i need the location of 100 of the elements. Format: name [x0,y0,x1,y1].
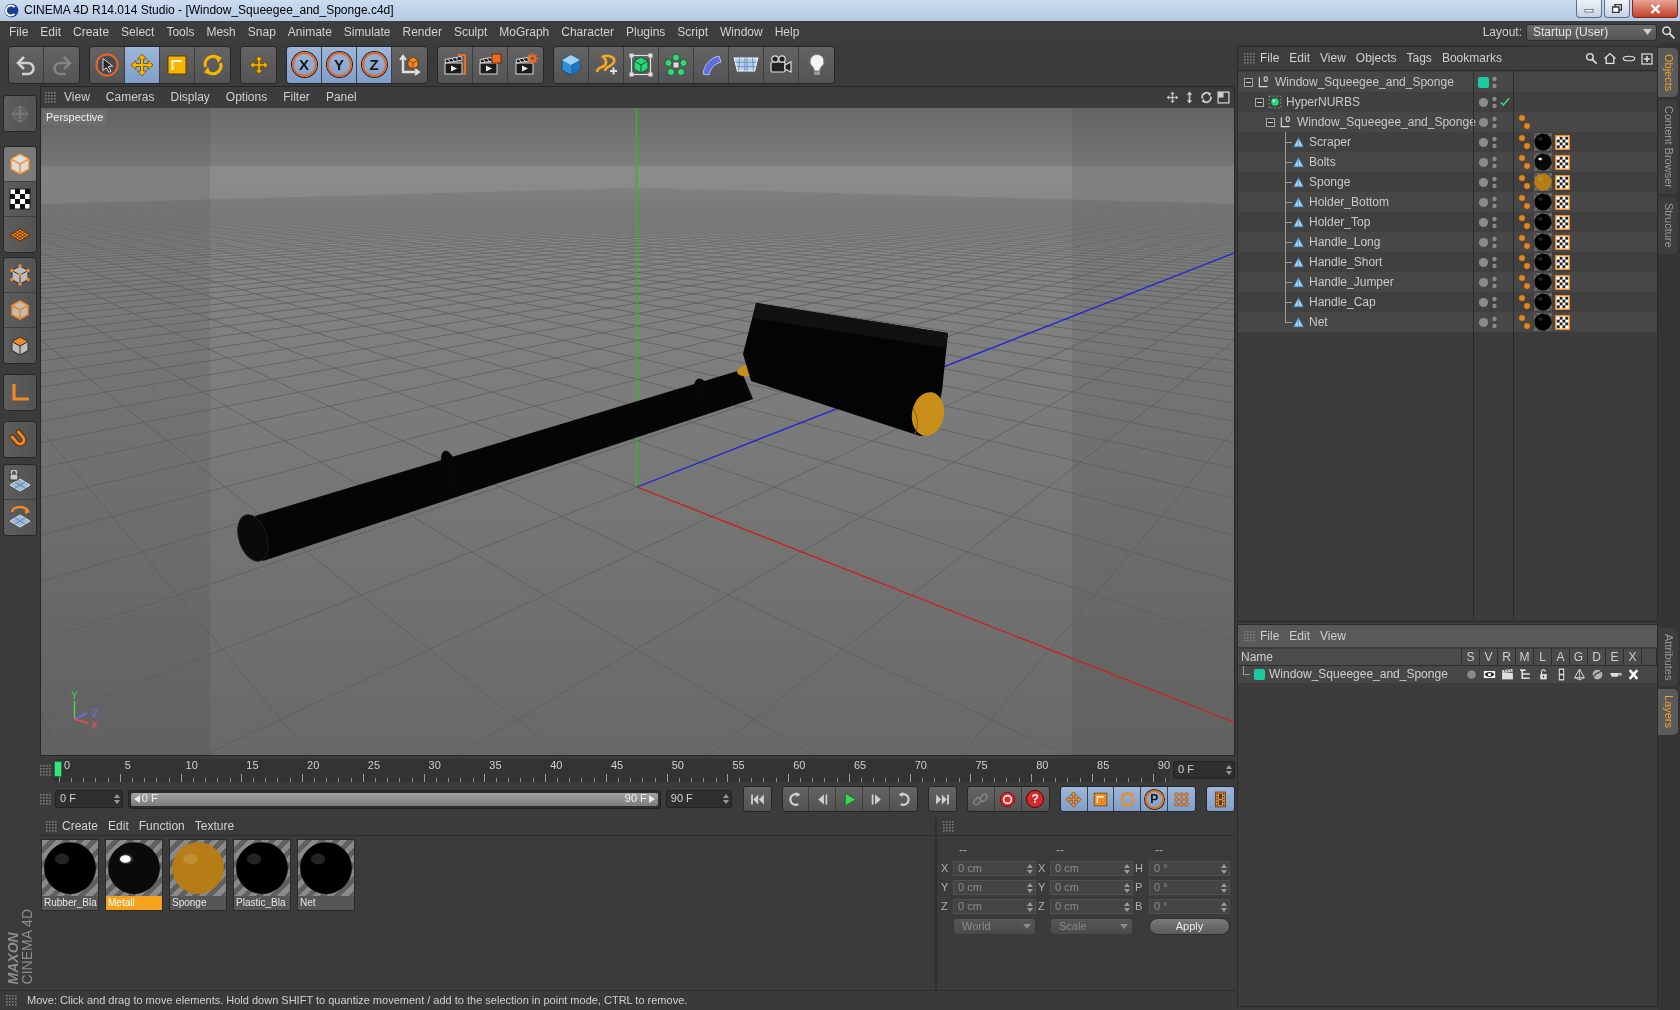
menu-item[interactable]: Snap [241,24,282,40]
objects-menu-item[interactable]: Edit [1284,51,1316,66]
viewport-menu-item[interactable]: Display [162,90,218,105]
menu-item[interactable]: Plugins [619,24,672,40]
material-tile[interactable]: Rubber_Bla [41,839,99,911]
end-frame-field[interactable]: 90 F [665,790,732,808]
layer-color-swatch[interactable] [1478,76,1489,88]
object-row[interactable]: Bolts [1238,152,1657,172]
column-header[interactable]: R [1498,649,1516,665]
cloner-button[interactable] [659,46,694,83]
timeline-ruler[interactable]: 0 5 10 15 20 25 30 35 40 45 50 55 60 65 70 75 80 85 90 [53,758,1169,782]
coordinate-system-button[interactable] [392,46,427,83]
objects-menu-item[interactable]: Bookmarks [1436,51,1507,66]
object-row[interactable]: Handle_Long [1238,232,1657,252]
live-selection-button[interactable] [90,46,125,83]
material-tile[interactable]: Sponge [169,839,227,911]
workplane-lock-button[interactable] [4,465,36,500]
layers-menu-item[interactable]: File [1255,628,1285,644]
record-button[interactable] [994,787,1022,811]
cube-button[interactable] [554,46,589,83]
minimize-button[interactable] [1576,0,1602,18]
previous-key-button[interactable] [782,787,810,811]
menu-item[interactable]: Animate [281,24,338,40]
layer-row[interactable]: Window_Squeegee_and_Sponge [1238,666,1657,683]
bend-button[interactable] [694,46,729,83]
start-frame-field[interactable]: 0 F [55,790,123,808]
object-row[interactable]: Handle_Short [1238,252,1657,272]
previous-frame-button[interactable] [809,787,837,811]
last-tool-button[interactable] [241,46,276,83]
material-tile[interactable]: Net [297,839,355,911]
side-tab[interactable]: Objects [1658,48,1678,98]
viewport-menu-item[interactable]: View [56,90,98,105]
objects-menu-item[interactable]: View [1315,51,1351,66]
menu-item[interactable]: Sculpt [447,24,494,40]
menu-item[interactable]: File [3,24,35,40]
go-to-end-button[interactable] [929,787,956,811]
apply-button[interactable]: Apply [1149,918,1230,936]
material-menu-item[interactable]: Function [133,819,190,834]
side-tab[interactable]: Content Browser [1658,100,1678,195]
next-key-button[interactable] [890,787,917,811]
object-row[interactable]: Window_Squeegee_and_Sponge [1238,72,1657,92]
column-header[interactable]: L [1534,649,1552,665]
side-tab[interactable]: Layers [1658,689,1678,735]
menu-item[interactable]: MoGraph [493,24,556,40]
material-menu-item[interactable]: Edit [103,819,134,834]
play-button[interactable] [836,787,864,811]
subdivision-button[interactable] [624,46,659,83]
menu-item[interactable]: Select [115,24,161,40]
column-header[interactable]: A [1552,649,1570,665]
workplane-mode-button[interactable] [4,217,36,252]
side-tab[interactable]: Attributes [1658,628,1678,687]
object-row[interactable]: Window_Squeegee_and_Sponge [1238,112,1657,132]
polygons-mode-button[interactable] [4,328,36,363]
layers-menu-item[interactable]: View [1315,628,1351,644]
menu-item[interactable]: Help [768,24,806,40]
edges-mode-button[interactable] [4,293,36,328]
object-row[interactable]: Net [1238,312,1657,332]
planar-workplane-button[interactable] [4,500,36,535]
key-scale-button[interactable] [1087,787,1115,811]
viewport-menu-item[interactable]: Cameras [97,90,163,105]
layers-menu-item[interactable]: Edit [1284,628,1316,644]
layer-color-swatch[interactable] [1254,669,1265,680]
render-picture-button[interactable] [473,46,508,83]
object-row[interactable]: HyperNURBS [1238,92,1657,112]
menu-item[interactable]: Create [67,24,116,40]
restore-button[interactable] [1604,0,1630,18]
column-header[interactable]: S [1462,649,1480,665]
spline-pen-button[interactable] [589,46,624,83]
menu-item[interactable]: Character [555,24,620,40]
axis-mode-button[interactable] [4,375,36,410]
object-row[interactable]: Holder_Bottom [1238,192,1657,212]
key-parameter-button[interactable]: P [1141,787,1169,811]
menu-item[interactable]: Simulate [337,24,397,40]
z-axis-button[interactable]: Z [357,46,392,83]
playhead-marker[interactable] [54,760,62,777]
object-row[interactable]: Scraper [1238,132,1657,152]
current-frame-field[interactable]: 0 F [1173,761,1235,779]
rotate-tool-button[interactable] [195,46,230,83]
object-row[interactable]: Sponge [1238,172,1657,192]
render-view-button[interactable] [438,46,473,83]
viewport-menu-item[interactable]: Filter [275,90,318,105]
model-mode-button[interactable] [4,147,36,182]
menu-item[interactable]: Tools [160,24,201,40]
viewport-menu-item[interactable]: Options [217,90,276,105]
layout-dropdown[interactable]: Startup (User) [1526,23,1657,41]
key-rotation-button[interactable] [1114,787,1142,811]
material-menu-item[interactable]: Texture [189,819,240,834]
scale-tool-button[interactable] [160,46,195,83]
object-row[interactable]: Handle_Jumper [1238,272,1657,292]
menu-item[interactable]: Edit [34,24,68,40]
column-header[interactable]: E [1606,649,1624,665]
texture-mode-button[interactable] [4,182,36,217]
column-header[interactable]: X [1624,649,1642,665]
autokey-button[interactable]: ? [1021,787,1049,811]
column-header[interactable]: V [1480,649,1498,665]
key-position-button[interactable] [1060,787,1088,811]
side-tab[interactable]: Structure [1658,197,1678,254]
render-settings-button[interactable] [508,46,543,83]
object-row[interactable]: Holder_Top [1238,212,1657,232]
viewport-menu-item[interactable]: Panel [317,90,365,105]
